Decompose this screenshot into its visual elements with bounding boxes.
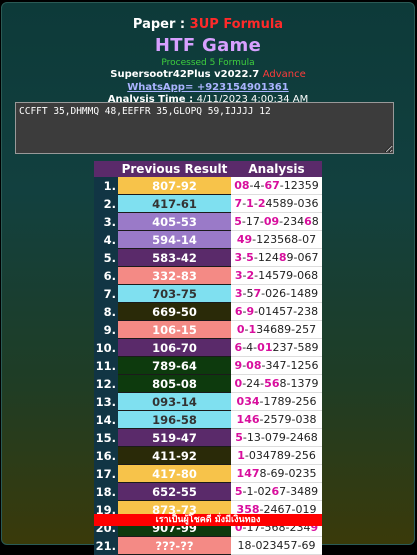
analysis-cell: 7-1-24589-036 — [231, 194, 322, 213]
table-row: 8. 669-50 6-9-01457-238 — [94, 302, 322, 321]
results-table: Previous Result Analysis 1. 807-92 08-4-67… — [94, 161, 322, 555]
table-row: 1. 807-92 08-4-67-12359 — [94, 177, 322, 195]
table-row: 14. 196-58 146-2579-038 — [94, 410, 322, 429]
input-textarea[interactable]: CCFFT 35,DHMMQ 48,EEFFR 35,GLOPQ 59,IJJJ… — [15, 102, 394, 154]
previous-result-cell: 594-14 — [118, 230, 231, 249]
analysis-cell: 0-134689-257 — [231, 320, 322, 339]
processed-text: Processed 5 Formula — [161, 58, 255, 68]
version-tag: Advance — [262, 69, 306, 80]
table-row: 16. 411-92 1-034789-256 — [94, 446, 322, 465]
row-number: 13. — [94, 392, 118, 411]
row-number: 15. — [94, 428, 118, 447]
previous-result-cell: 411-92 — [118, 446, 231, 465]
previous-result-cell: 652-55 — [118, 482, 231, 501]
header-analysis: Analysis — [231, 161, 322, 177]
table-row: 2. 417-61 7-1-24589-036 — [94, 194, 322, 213]
previous-result-cell: 332-83 — [118, 266, 231, 285]
analysis-cell: 5-13-079-2468 — [231, 428, 322, 447]
table-row: 10. 106-70 6-4-01237-589 — [94, 338, 322, 357]
row-number: 7. — [94, 284, 118, 303]
table-row: 5. 583-42 3-5-12489-067 — [94, 248, 322, 267]
previous-result-cell: 789-64 — [118, 356, 231, 375]
analysis-cell: 9-08-347-1256 — [231, 356, 322, 375]
header-spacer — [94, 161, 118, 177]
version-main: Supersootr42Plus v2022.7 — [110, 69, 260, 80]
table-row: 11. 789-64 9-08-347-1256 — [94, 356, 322, 375]
row-number: 2. — [94, 194, 118, 213]
row-number: 1. — [94, 177, 118, 195]
analysis-cell: 1478-69-0235 — [231, 464, 322, 483]
table-row: 9. 106-15 0-134689-257 — [94, 320, 322, 339]
row-number: 10. — [94, 338, 118, 357]
row-number: 8. — [94, 302, 118, 321]
previous-result-cell: 805-08 — [118, 374, 231, 393]
row-number: 12. — [94, 374, 118, 393]
analysis-cell: 49-123568-07 — [231, 230, 322, 249]
previous-result-cell: 669-50 — [118, 302, 231, 321]
previous-result-cell: 093-14 — [118, 392, 231, 411]
row-number: 17. — [94, 464, 118, 483]
analysis-cell: 6-9-01457-238 — [231, 302, 322, 321]
previous-result-cell: 417-80 — [118, 464, 231, 483]
paper-value: 3UP Formula — [189, 17, 284, 32]
table-row: 3. 405-53 5-17-09-23468 — [94, 212, 322, 231]
row-number: 16. — [94, 446, 118, 465]
row-number: 18. — [94, 482, 118, 501]
table-row: 12. 805-08 0-24-568-1379 — [94, 374, 322, 393]
table-row: 4. 594-14 49-123568-07 — [94, 230, 322, 249]
analysis-cell: 3-2-14579-068 — [231, 266, 322, 285]
row-number: 6. — [94, 266, 118, 285]
previous-result-cell: 106-70 — [118, 338, 231, 357]
previous-result-cell: 405-53 — [118, 212, 231, 231]
table-row: 18. 652-55 5-1-0267-3489 — [94, 482, 322, 501]
previous-result-cell: 417-61 — [118, 194, 231, 213]
row-number: 3. — [94, 212, 118, 231]
previous-result-cell: 519-47 — [118, 428, 231, 447]
table-header-row: Previous Result Analysis — [94, 161, 322, 177]
analysis-cell: 3-5-12489-067 — [231, 248, 322, 267]
previous-result-cell: 196-58 — [118, 410, 231, 429]
paper-line: Paper : 3UP Formula — [2, 17, 414, 32]
whatsapp-link[interactable]: WhatsApp= +923154901361 — [2, 82, 414, 93]
analysis-cell: 5-17-09-23468 — [231, 212, 322, 231]
footer-banner: เราเป็นผู้โชคดี มั่งมีเงินทอง — [94, 514, 322, 526]
table-row: 15. 519-47 5-13-079-2468 — [94, 428, 322, 447]
previous-result-cell: 106-15 — [118, 320, 231, 339]
previous-result-cell: 583-42 — [118, 248, 231, 267]
analysis-cell: 08-4-67-12359 — [231, 177, 322, 195]
version-line: Supersootr42Plus v2022.7 Advance — [2, 69, 414, 80]
analysis-cell: 0-24-568-1379 — [231, 374, 322, 393]
previous-result-cell: 703-75 — [118, 284, 231, 303]
row-number: 11. — [94, 356, 118, 375]
header-previous-result: Previous Result — [118, 161, 231, 177]
analysis-cell: 146-2579-038 — [231, 410, 322, 429]
table-row: 13. 093-14 034-1789-256 — [94, 392, 322, 411]
table-row: 7. 703-75 3-57-026-1489 — [94, 284, 322, 303]
row-number: 9. — [94, 320, 118, 339]
analysis-cell: 5-1-0267-3489 — [231, 482, 322, 501]
previous-result-cell: 807-92 — [118, 177, 231, 195]
row-number: 14. — [94, 410, 118, 429]
analysis-cell: 6-4-01237-589 — [231, 338, 322, 357]
table-row: 17. 417-80 1478-69-0235 — [94, 464, 322, 483]
paper-label: Paper : — [132, 17, 186, 32]
page-title: HTF Game — [154, 35, 262, 56]
analysis-cell: 3-57-026-1489 — [231, 284, 322, 303]
table-row: 6. 332-83 3-2-14579-068 — [94, 266, 322, 285]
row-number: 4. — [94, 230, 118, 249]
analysis-cell: 034-1789-256 — [231, 392, 322, 411]
analysis-cell: 1-034789-256 — [231, 446, 322, 465]
row-number: 5. — [94, 248, 118, 267]
